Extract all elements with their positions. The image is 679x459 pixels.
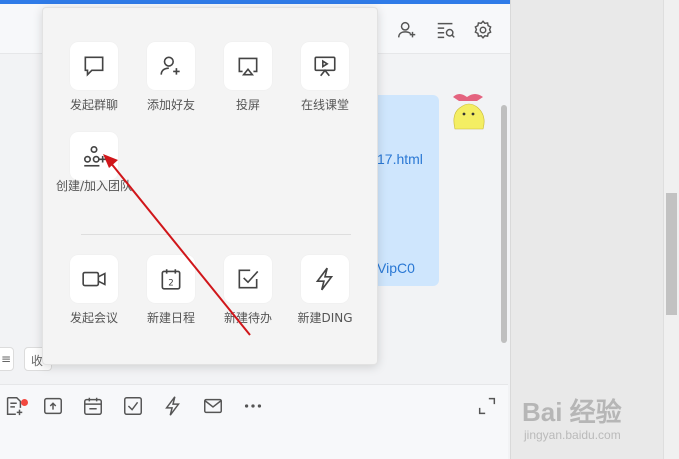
lightning-icon[interactable] (162, 395, 184, 417)
calendar-icon[interactable] (82, 395, 104, 417)
screen-cast-icon (238, 57, 258, 76)
new-ding-button[interactable] (301, 255, 349, 303)
checkbox-icon[interactable] (122, 395, 144, 417)
watermark-url: jingyan.baidu.com (524, 428, 621, 442)
screen-cast-label: 投屏 (235, 98, 260, 112)
avatar[interactable] (447, 89, 489, 131)
calendar-day: 2 (168, 279, 174, 289)
notification-dot (21, 399, 28, 406)
settings-icon[interactable] (472, 19, 494, 41)
start-group-chat-button[interactable] (70, 42, 118, 90)
create-join-team-button[interactable] (70, 132, 118, 180)
doc-add-icon[interactable] (3, 395, 28, 417)
search-list-icon[interactable] (435, 19, 457, 41)
online-classroom-button[interactable] (301, 42, 349, 90)
menu-divider (81, 234, 351, 235)
message-link-text[interactable]: 17.html (377, 151, 423, 167)
online-classroom-icon (314, 56, 336, 77)
video-meeting-icon (82, 271, 106, 287)
watermark-brand: Bai 经验 (522, 397, 622, 427)
right-pane (510, 0, 679, 459)
quick-chip[interactable]: ≡ (0, 347, 14, 371)
message-link-text[interactable]: VipC0 (377, 260, 415, 276)
online-classroom-label: 在线课堂 (300, 98, 349, 112)
calendar-icon: 2 (161, 269, 181, 290)
expand-icon[interactable] (476, 395, 498, 417)
screen-cast-button[interactable] (224, 42, 272, 90)
chat-scrollbar[interactable] (501, 105, 507, 343)
new-schedule-button[interactable]: 2 (147, 255, 195, 303)
add-friend-button[interactable] (147, 42, 195, 90)
input-toolbar (0, 384, 508, 459)
ding-lightning-icon (315, 267, 334, 291)
new-ding-label: 新建DING (297, 311, 353, 325)
new-todo-button[interactable] (224, 255, 272, 303)
create-join-team-label: 创建/加入团队 (55, 179, 133, 193)
new-todo-label: 新建待办 (223, 311, 272, 325)
add-friend-icon (160, 56, 180, 75)
add-friend-label: 添加好友 (146, 98, 195, 112)
todo-check-icon (238, 269, 259, 289)
start-group-chat-label: 发起群聊 (69, 98, 118, 112)
create-team-icon (83, 145, 106, 167)
plus-menu-popup: 发起群聊 添加好友 投屏 在线课堂 创建/加入团队 发起会议 2 新建日程 新建… (42, 7, 378, 365)
new-schedule-label: 新建日程 (146, 311, 195, 325)
right-scrollbar[interactable] (666, 193, 677, 315)
chat-bubble-icon (84, 56, 104, 77)
mail-icon[interactable] (202, 395, 224, 417)
upload-file-icon[interactable] (42, 395, 64, 417)
start-meeting-label: 发起会议 (69, 311, 118, 325)
more-icon[interactable] (242, 395, 264, 417)
start-meeting-button[interactable] (70, 255, 118, 303)
add-member-icon[interactable] (396, 19, 418, 41)
